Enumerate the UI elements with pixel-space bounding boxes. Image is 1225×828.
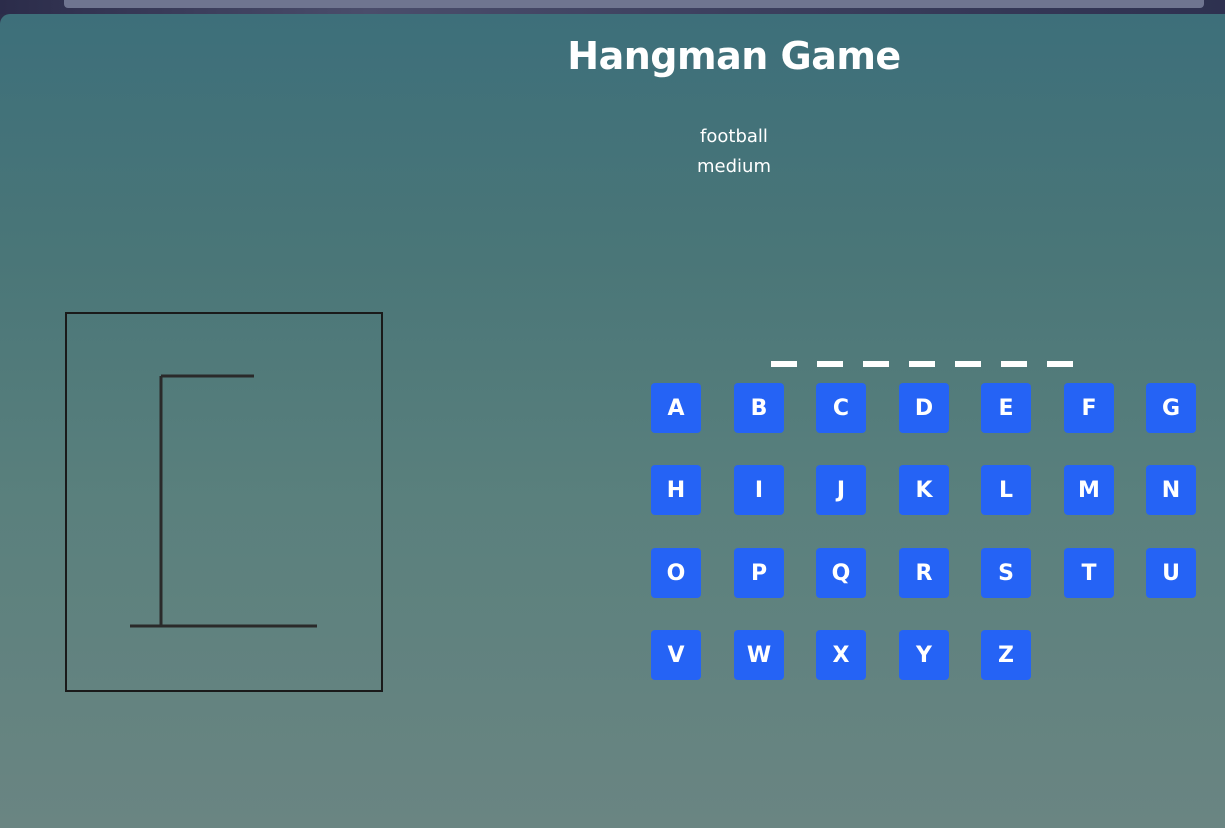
letter-slot [1001,361,1027,367]
category-label: football [700,126,768,147]
letter-button-j[interactable]: J [816,465,866,515]
page-title: Hangman Game [567,34,901,78]
word-blanks [771,359,1073,369]
letter-button-c[interactable]: C [816,383,866,433]
letter-button-g[interactable]: G [1146,383,1196,433]
letter-button-k[interactable]: K [899,465,949,515]
letter-slot [863,361,889,367]
letter-button-i[interactable]: I [734,465,784,515]
letter-button-t[interactable]: T [1064,548,1114,598]
letter-button-n[interactable]: N [1146,465,1196,515]
letter-button-e[interactable]: E [981,383,1031,433]
letter-button-f[interactable]: F [1064,383,1114,433]
letter-button-p[interactable]: P [734,548,784,598]
letter-slot [955,361,981,367]
letter-slot [1047,361,1073,367]
letter-button-h[interactable]: H [651,465,701,515]
letter-button-b[interactable]: B [734,383,784,433]
browser-bar [64,0,1204,8]
letter-slot [817,361,843,367]
word-info: football medium [634,122,834,182]
letter-button-v[interactable]: V [651,630,701,680]
browser-top-strip [0,0,1225,14]
letter-button-w[interactable]: W [734,630,784,680]
letter-slot [771,361,797,367]
letter-button-r[interactable]: R [899,548,949,598]
letter-button-z[interactable]: Z [981,630,1031,680]
letter-button-q[interactable]: Q [816,548,866,598]
letter-button-m[interactable]: M [1064,465,1114,515]
hangman-canvas [65,312,383,692]
letter-button-d[interactable]: D [899,383,949,433]
letter-button-x[interactable]: X [816,630,866,680]
gallows-drawing [130,374,317,628]
letter-button-a[interactable]: A [651,383,701,433]
letter-button-l[interactable]: L [981,465,1031,515]
letter-button-o[interactable]: O [651,548,701,598]
letter-button-s[interactable]: S [981,548,1031,598]
game-container: Hangman Game football medium ABCDEFG HIJK… [0,14,1225,828]
letter-button-y[interactable]: Y [899,630,949,680]
difficulty-label: medium [697,156,771,177]
letter-slot [909,361,935,367]
letter-button-u[interactable]: U [1146,548,1196,598]
